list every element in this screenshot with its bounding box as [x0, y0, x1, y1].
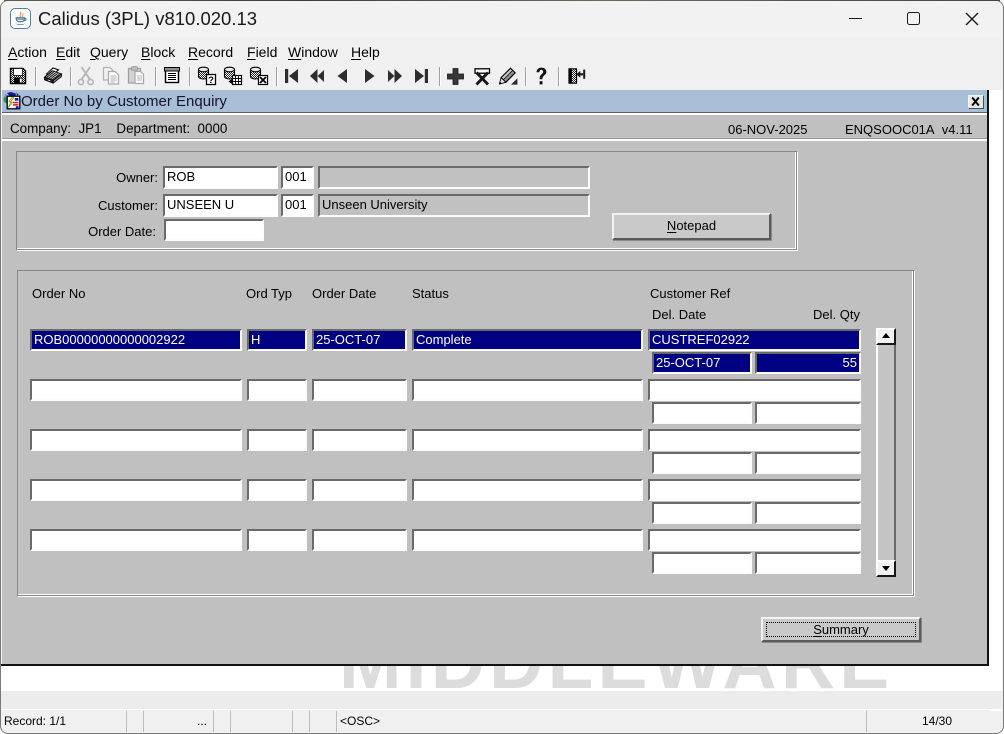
svg-text:?: ? [208, 75, 214, 86]
